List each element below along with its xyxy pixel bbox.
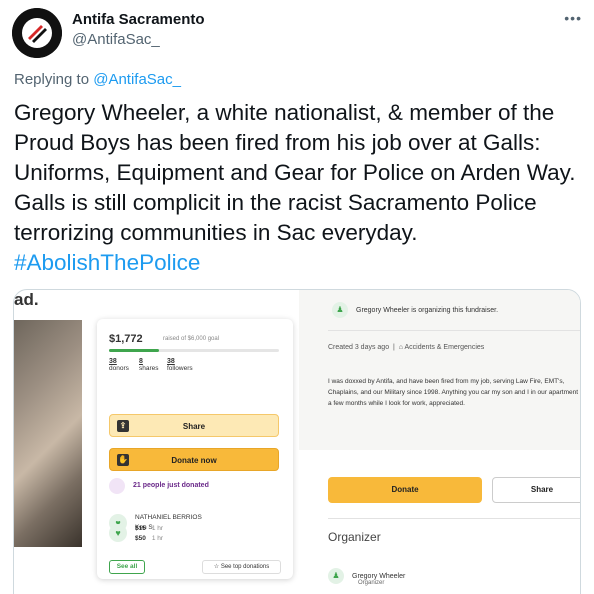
- raised-amount: $1,772: [109, 333, 143, 345]
- replying-to-prefix: Replying to: [14, 71, 94, 88]
- donor-icon: ♥: [109, 524, 127, 542]
- created-info: Created 3 days ago | ⌂ Accidents & Emerg…: [328, 344, 485, 351]
- user-icon: ♟: [328, 568, 344, 584]
- organizing-line: ♟ Gregory Wheeler is organizing this fund…: [332, 302, 498, 318]
- trend-icon: [109, 478, 125, 494]
- progress-bar: [109, 349, 279, 352]
- share-button[interactable]: ⇪ Share: [109, 414, 279, 437]
- donate-button[interactable]: Donate: [328, 477, 482, 503]
- panel-share-button[interactable]: Share: [492, 477, 580, 503]
- raised-goal: raised of $6,000 goal: [163, 336, 220, 342]
- stat-followers: 38 followers: [167, 358, 193, 372]
- attached-image[interactable]: ad. $1,772 raised of $6,000 goal 38 donor…: [13, 289, 581, 594]
- avatar[interactable]: [12, 8, 62, 58]
- user-icon: ♟: [332, 302, 348, 318]
- share-icon: ⇪: [117, 420, 129, 432]
- hashtag-link[interactable]: #AbolishThePolice: [14, 248, 586, 278]
- display-name[interactable]: Antifa Sacramento: [72, 11, 205, 28]
- stat-shares: 8 shares: [139, 358, 159, 372]
- user-handle[interactable]: @AntifaSac_: [72, 31, 160, 48]
- cropped-heading: ad.: [14, 290, 39, 309]
- see-all-button[interactable]: See all: [109, 560, 145, 574]
- replying-to-mention[interactable]: @AntifaSac_: [93, 71, 181, 88]
- antifa-logo-icon: [12, 8, 62, 58]
- replying-to: Replying to @AntifaSac_: [14, 71, 181, 88]
- category-link[interactable]: Accidents & Emergencies: [405, 344, 485, 351]
- fundraiser-description: I was doxxed by Antifa, and have been fi…: [328, 378, 581, 407]
- progress-fill: [109, 349, 160, 352]
- tweet-body: Gregory Wheeler, a white nationalist, & …: [14, 100, 576, 245]
- tweet-text: Gregory Wheeler, a white nationalist, & …: [14, 98, 586, 278]
- divider: [328, 518, 580, 519]
- stat-donors: 38 donors: [109, 358, 129, 372]
- donate-now-button[interactable]: ✋ Donate now: [109, 448, 279, 471]
- donation-card: $1,772 raised of $6,000 goal 38 donors 8s…: [97, 319, 293, 579]
- more-options-icon[interactable]: •••: [564, 10, 582, 26]
- person-photo: [14, 320, 82, 547]
- hands-icon: ✋: [117, 454, 129, 466]
- divider: [328, 330, 580, 331]
- see-top-donations-button[interactable]: ☆ See top donations: [202, 560, 281, 574]
- organizer-row: ♟ Gregory Wheeler Organizer: [328, 568, 405, 586]
- organizer-heading: Organizer: [328, 530, 381, 544]
- tag-icon: ⌂: [398, 344, 403, 351]
